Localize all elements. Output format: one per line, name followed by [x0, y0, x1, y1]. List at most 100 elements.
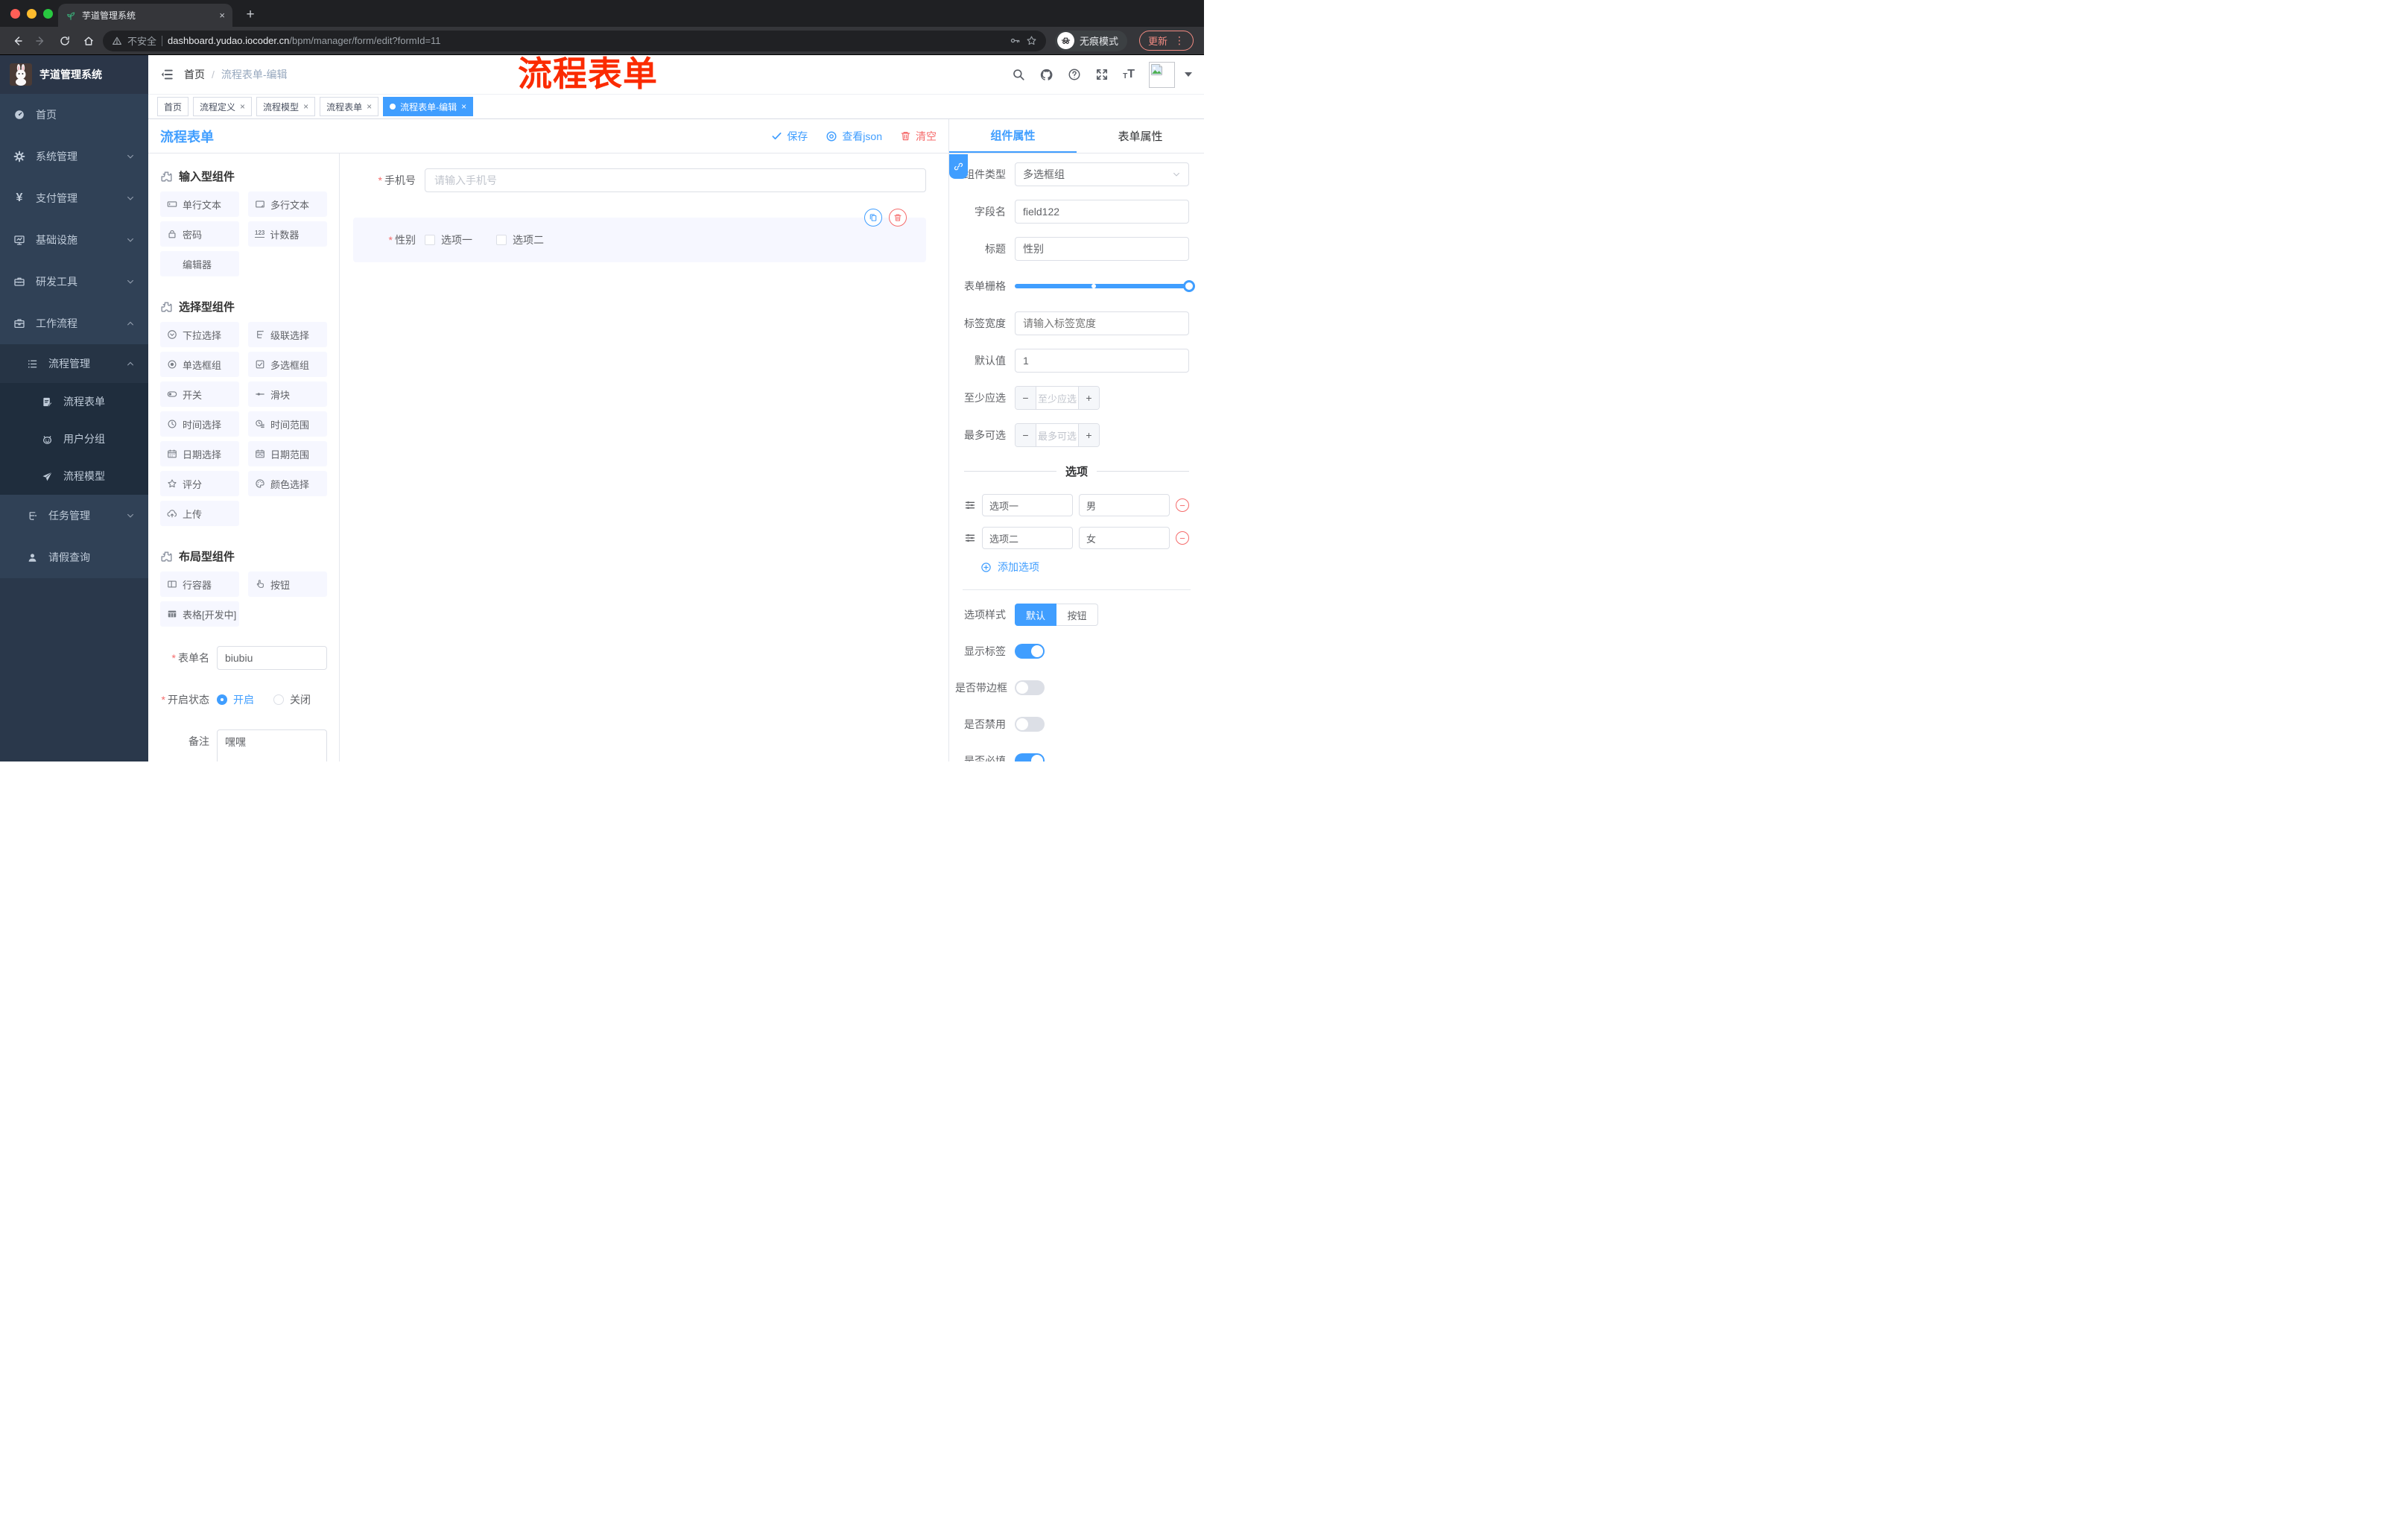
- view-json-button[interactable]: 查看json: [826, 129, 882, 144]
- window-zoom-button[interactable]: [43, 9, 53, 19]
- remove-option-button[interactable]: −: [1176, 498, 1189, 512]
- radio-on-label[interactable]: 开启: [233, 688, 254, 712]
- sidebar-item-task-management[interactable]: 任务管理: [0, 495, 148, 536]
- address-bar[interactable]: 不安全 dashboard.yudao.iocoder.cn/bpm/manag…: [103, 30, 1046, 51]
- forward-icon[interactable]: [31, 31, 51, 51]
- palette-item-radio-group[interactable]: 单选框组: [160, 352, 239, 377]
- palette-item-row-container[interactable]: 行容器: [160, 571, 239, 597]
- back-icon[interactable]: [7, 31, 27, 51]
- form-canvas[interactable]: 手机号 请输入手机号 性别: [340, 153, 948, 762]
- label-width-input[interactable]: [1015, 311, 1189, 335]
- style-default-button[interactable]: 默认: [1015, 604, 1056, 626]
- sidebar-item-home[interactable]: 首页: [0, 94, 148, 136]
- sidebar-item-process-management[interactable]: 流程管理: [0, 344, 148, 383]
- palette-item-single-line-text[interactable]: 单行文本: [160, 191, 239, 217]
- browser-update-button[interactable]: 更新 ⋮: [1138, 31, 1194, 51]
- palette-item-date-picker[interactable]: 日期选择: [160, 441, 239, 466]
- sidebar-item-infrastructure[interactable]: 基础设施: [0, 219, 148, 261]
- tag-process-model[interactable]: 流程模型 ×: [256, 97, 316, 116]
- fullscreen-icon[interactable]: [1095, 68, 1109, 81]
- bookmark-star-icon[interactable]: [1026, 35, 1037, 46]
- save-button[interactable]: 保存: [771, 129, 808, 144]
- duplicate-component-button[interactable]: [864, 209, 882, 227]
- palette-item-time-range[interactable]: 时间范围: [248, 411, 327, 437]
- clear-button[interactable]: 清空: [900, 129, 937, 144]
- tag-close-icon[interactable]: ×: [303, 101, 308, 112]
- home-icon[interactable]: [79, 31, 98, 51]
- canvas-field-phone[interactable]: 手机号 请输入手机号: [353, 168, 926, 192]
- avatar-caret-icon[interactable]: [1185, 72, 1192, 77]
- field-name-input[interactable]: [1015, 200, 1189, 224]
- tag-process-definition[interactable]: 流程定义 ×: [193, 97, 253, 116]
- palette-item-textarea[interactable]: 多行文本: [248, 191, 327, 217]
- radio-on-selected[interactable]: [217, 694, 227, 705]
- title-input[interactable]: [1015, 237, 1189, 261]
- sidebar-item-workflow[interactable]: 工作流程: [0, 303, 148, 344]
- reload-icon[interactable]: [55, 31, 75, 51]
- disabled-toggle-off[interactable]: [1015, 717, 1045, 732]
- radio-off-label[interactable]: 关闭: [290, 688, 311, 712]
- increase-button[interactable]: +: [1078, 424, 1099, 446]
- palette-item-select[interactable]: 下拉选择: [160, 322, 239, 347]
- palette-item-counter[interactable]: 123 计数器: [248, 221, 327, 247]
- window-close-button[interactable]: [10, 9, 20, 19]
- password-key-icon[interactable]: [1010, 35, 1021, 46]
- tag-close-icon[interactable]: ×: [367, 101, 372, 112]
- tag-home[interactable]: 首页: [157, 97, 189, 116]
- palette-item-password[interactable]: 密码: [160, 221, 239, 247]
- canvas-field-gender-selected[interactable]: 性别 选项一 选项二: [353, 209, 926, 262]
- min-select-stepper[interactable]: − 至少应选 +: [1015, 386, 1100, 410]
- increase-button[interactable]: +: [1078, 387, 1099, 409]
- palette-item-color-picker[interactable]: 颜色选择: [248, 471, 327, 496]
- option-label-input[interactable]: [982, 494, 1073, 516]
- add-option-button[interactable]: 添加选项: [964, 560, 1189, 574]
- sidebar-item-process-form[interactable]: 流程表单: [0, 383, 148, 420]
- style-button-button[interactable]: 按钮: [1056, 604, 1098, 626]
- remark-textarea[interactable]: 嘿嘿: [217, 729, 327, 762]
- option-label-input[interactable]: [982, 527, 1073, 549]
- gender-option-2[interactable]: 选项二: [496, 232, 544, 247]
- slider-handle[interactable]: [1183, 280, 1195, 292]
- window-minimize-button[interactable]: [27, 9, 37, 19]
- font-size-icon[interactable]: TT: [1123, 69, 1135, 80]
- palette-item-checkbox-group[interactable]: 多选框组: [248, 352, 327, 377]
- palette-item-cascader[interactable]: 级联选择: [248, 322, 327, 347]
- avatar-broken-image[interactable]: [1149, 61, 1175, 88]
- option-value-input[interactable]: [1079, 527, 1170, 549]
- palette-item-time-picker[interactable]: 时间选择: [160, 411, 239, 437]
- help-question-icon[interactable]: [1068, 68, 1081, 81]
- form-grid-slider[interactable]: [1015, 274, 1195, 298]
- sidebar-item-payment[interactable]: ¥ 支付管理: [0, 177, 148, 219]
- form-name-input[interactable]: [217, 646, 327, 670]
- border-toggle-off[interactable]: [1015, 680, 1045, 695]
- palette-item-rate[interactable]: 评分: [160, 471, 239, 496]
- checkbox-empty[interactable]: [496, 235, 507, 245]
- radio-off[interactable]: [273, 694, 284, 705]
- sidebar-item-leave-query[interactable]: 请假查询: [0, 536, 148, 578]
- delete-component-button[interactable]: [889, 209, 907, 227]
- tag-close-icon[interactable]: ×: [240, 101, 245, 112]
- tag-process-form[interactable]: 流程表单 ×: [320, 97, 379, 116]
- sidebar-item-system[interactable]: 系统管理: [0, 136, 148, 177]
- default-value-input[interactable]: [1015, 349, 1189, 373]
- component-type-select[interactable]: 多选框组: [1015, 162, 1189, 186]
- max-select-stepper[interactable]: − 最多可选 +: [1015, 423, 1100, 447]
- palette-item-table[interactable]: 表格[开发中]: [160, 601, 239, 627]
- drag-handle-icon[interactable]: [964, 499, 976, 511]
- palette-item-slider[interactable]: 滑块: [248, 381, 327, 407]
- breadcrumb-home[interactable]: 首页: [184, 67, 205, 82]
- search-icon[interactable]: [1012, 68, 1025, 81]
- palette-item-button[interactable]: 按钮: [248, 571, 327, 597]
- palette-item-date-range[interactable]: 日期范围: [248, 441, 327, 466]
- sidebar-item-process-model[interactable]: 流程模型: [0, 457, 148, 495]
- github-icon[interactable]: [1039, 68, 1054, 82]
- new-tab-button[interactable]: +: [240, 4, 261, 25]
- sidebar-item-devtools[interactable]: 研发工具: [0, 261, 148, 303]
- sidebar-item-user-group[interactable]: 用户分组: [0, 420, 148, 457]
- palette-item-editor[interactable]: 编辑器: [160, 251, 239, 276]
- tab-component-props[interactable]: 组件属性: [949, 119, 1077, 153]
- decrease-button[interactable]: −: [1016, 387, 1036, 409]
- browser-tab[interactable]: 芋道管理系统 ×: [58, 4, 232, 27]
- palette-item-upload[interactable]: 上传: [160, 501, 239, 526]
- drag-handle-icon[interactable]: [964, 532, 976, 544]
